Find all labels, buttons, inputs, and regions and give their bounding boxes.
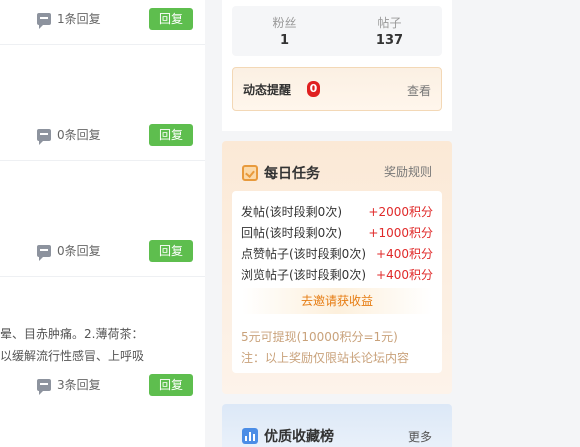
more-link[interactable]: 更多 xyxy=(408,428,432,445)
view-link[interactable]: 查看 xyxy=(407,82,431,99)
daily-task-header: 每日任务 xyxy=(242,163,320,183)
bar-chart-icon xyxy=(242,428,258,444)
collection-ranking-card: 优质收藏榜 更多 xyxy=(222,404,452,447)
post-item: 0条回复 回复 xyxy=(0,45,205,161)
comment-icon xyxy=(37,128,51,145)
comment-count: 3条回复 xyxy=(57,378,101,392)
task-points: +1000积分 xyxy=(368,226,433,240)
task-name: 浏览帖子(该时段剩0次) xyxy=(241,268,366,282)
comment-count: 1条回复 xyxy=(57,12,101,26)
reply-button[interactable]: 回复 xyxy=(149,374,193,396)
stat-posts[interactable]: 帖子 137 xyxy=(337,14,442,48)
reminder-title: 动态提醒 xyxy=(243,83,292,97)
task-row: 点赞帖子(该时段剩0次) +400积分 xyxy=(241,245,433,265)
withdraw-note: 5元可提现(10000积分=1元) xyxy=(241,330,398,344)
reply-button[interactable]: 回复 xyxy=(149,8,193,30)
reward-scope-note: 注：以上奖励仅限站长论坛内容 xyxy=(241,351,410,365)
task-points: +2000积分 xyxy=(368,205,433,219)
post-item: 0条回复 回复 xyxy=(0,161,205,277)
reply-button[interactable]: 回复 xyxy=(149,240,193,262)
task-name: 回帖(该时段剩0次) xyxy=(241,226,342,240)
activity-reminder: 动态提醒 0 查看 xyxy=(232,67,442,111)
task-points: +400积分 xyxy=(376,247,433,261)
comment-count: 0条回复 xyxy=(57,128,101,142)
reward-rules-link[interactable]: 奖励规则 xyxy=(384,163,432,180)
daily-task-card: 每日任务 奖励规则 发帖(该时段剩0次) +2000积分 回帖(该时段剩0次) … xyxy=(222,141,452,394)
stat-value: 1 xyxy=(279,33,290,48)
stat-value: 137 xyxy=(375,33,404,48)
stat-label: 粉丝 xyxy=(272,16,297,30)
collection-ranking-title: 优质收藏榜 xyxy=(264,429,334,445)
post-feed: 1条回复 回复 0条回复 回复 0条回复 回复 晕、目赤肿痛。2.薄荷茶： 以缓… xyxy=(0,0,205,447)
post-snippet-line[interactable]: 晕、目赤肿痛。2.薄荷茶： xyxy=(0,325,143,342)
post-footer: 0条回复 回复 xyxy=(37,124,193,146)
comment-icon xyxy=(37,378,51,395)
profile-card: 粉丝 1 帖子 137 动态提醒 0 查看 xyxy=(222,0,452,131)
post-snippet-line[interactable]: 以缓解流行性感冒、上呼吸 xyxy=(0,347,144,364)
reply-button[interactable]: 回复 xyxy=(149,124,193,146)
profile-stats: 粉丝 1 帖子 137 xyxy=(232,6,442,56)
daily-task-title: 每日任务 xyxy=(264,166,320,182)
task-check-icon xyxy=(242,165,258,181)
collection-ranking-header: 优质收藏榜 xyxy=(242,426,334,446)
task-points: +400积分 xyxy=(376,268,433,282)
task-name: 点赞帖子(该时段剩0次) xyxy=(241,247,366,261)
task-list: 发帖(该时段剩0次) +2000积分 回帖(该时段剩0次) +1000积分 点赞… xyxy=(232,191,442,373)
invite-earn-button[interactable]: 去邀请获收益 xyxy=(242,288,432,314)
stat-label: 帖子 xyxy=(377,16,402,30)
post-footer: 1条回复 回复 xyxy=(37,8,193,30)
stat-fans[interactable]: 粉丝 1 xyxy=(232,14,337,48)
post-item[interactable]: 晕、目赤肿痛。2.薄荷茶： 以缓解流行性感冒、上呼吸 3条回复 回复 xyxy=(0,277,205,407)
comment-icon xyxy=(37,244,51,261)
post-footer: 0条回复 回复 xyxy=(37,240,193,262)
task-row: 回帖(该时段剩0次) +1000积分 xyxy=(241,224,433,244)
post-item: 1条回复 回复 xyxy=(0,0,205,45)
comment-icon xyxy=(37,12,51,29)
task-row: 发帖(该时段剩0次) +2000积分 xyxy=(241,203,433,223)
task-name: 发帖(该时段剩0次) xyxy=(241,205,342,219)
comment-count: 0条回复 xyxy=(57,244,101,258)
reminder-count-badge: 0 xyxy=(307,81,320,97)
task-row: 浏览帖子(该时段剩0次) +400积分 xyxy=(241,266,433,286)
post-footer: 3条回复 回复 xyxy=(37,374,193,396)
